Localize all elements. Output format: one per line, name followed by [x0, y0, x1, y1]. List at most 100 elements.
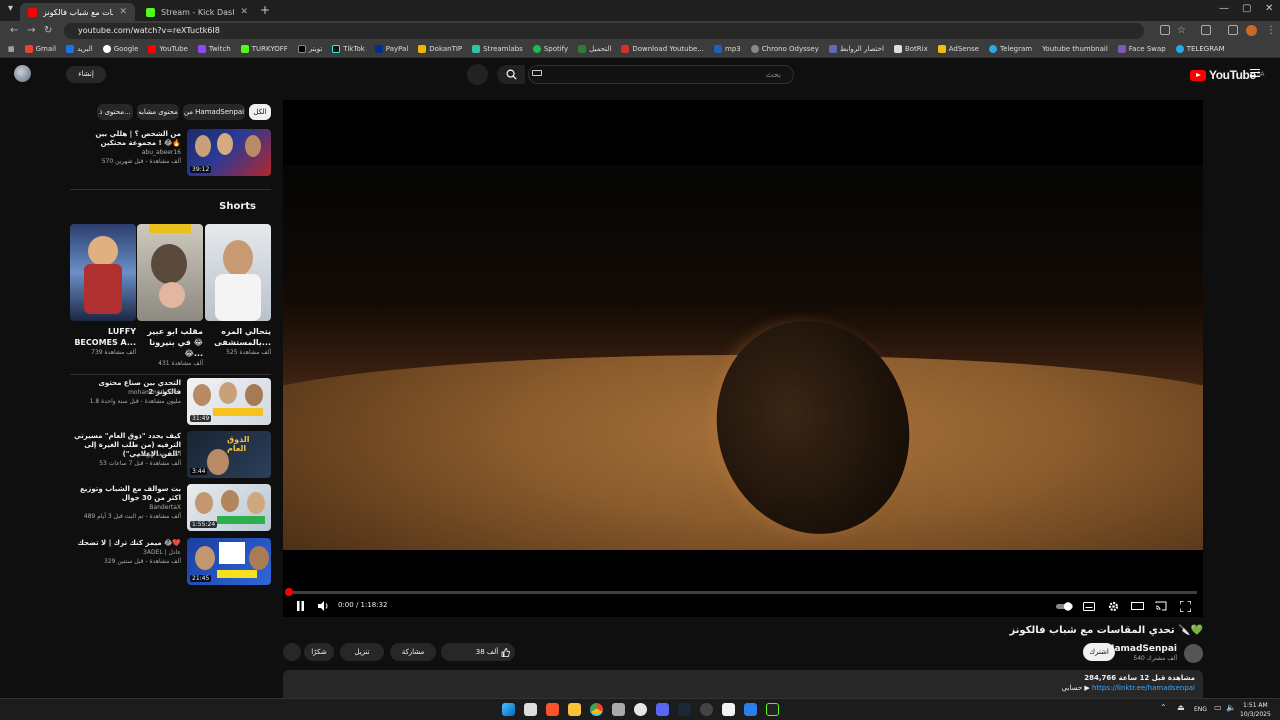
search-button[interactable] [497, 65, 525, 84]
bookmark-shortener[interactable]: اختصار الروابط [828, 45, 884, 53]
bookmark-x[interactable]: تويتر [297, 45, 322, 53]
bookmark-mp3[interactable]: mp3 [714, 45, 741, 53]
bookmark-tiktok[interactable]: TikTok [332, 45, 365, 53]
bookmark-yt-thumbnail[interactable]: Youtube thumbnail [1042, 45, 1108, 53]
short-item[interactable]: يتحالي المره بالمستشفى... 525 ألف مشاهدة [205, 224, 271, 356]
bookmark-yt-download[interactable]: Download Youtube... [621, 45, 704, 53]
channel-avatar[interactable] [1184, 644, 1203, 663]
bookmark-streamlabs[interactable]: Streamlabs [472, 45, 523, 53]
list-item[interactable]: 1:55:24 بث سوالف مع الشباب وتوزيع اكثر م… [70, 484, 271, 532]
thanks-button[interactable]: شكرًا [304, 643, 334, 661]
tray-chevron-icon[interactable]: ⌃ [1160, 703, 1167, 712]
cast-icon[interactable] [1160, 25, 1170, 35]
bookmark-youtube[interactable]: YouTube [148, 45, 188, 53]
bookmark-paypal[interactable]: PayPal [374, 45, 408, 53]
share-button[interactable]: مشاركة [390, 643, 436, 661]
editor-icon[interactable] [744, 703, 757, 716]
tab-search-icon[interactable]: ▾ [8, 3, 13, 14]
avatar[interactable] [14, 65, 31, 82]
bookmark-dokantip[interactable]: DokanTIP [418, 45, 462, 53]
progress-scrubber[interactable] [285, 588, 293, 596]
list-item[interactable]: 39:12 من الشخص ؟ | هللي بين مجموعة محتكي… [70, 129, 271, 179]
create-button[interactable]: إنشاء [66, 66, 106, 83]
network-icon[interactable]: ▭ [1214, 703, 1222, 712]
url-input[interactable]: youtube.com/watch?v=reXTuctk6I8 [64, 23, 1144, 39]
cast-button[interactable] [1154, 599, 1168, 613]
autoplay-toggle[interactable] [1055, 599, 1073, 613]
list-item[interactable]: 31:49 التحدي بين صناع محتوى فالكونز 2 mo… [70, 378, 271, 426]
dislike-button[interactable] [441, 643, 469, 661]
linktree-link[interactable]: https://linktr.ee/hamadsenpai [1092, 684, 1195, 692]
chip-from-channel[interactable]: من HamadSenpai [183, 104, 245, 120]
video-player[interactable]: 0:00 / 1:18:32 [283, 100, 1203, 617]
brave-icon[interactable] [546, 703, 559, 716]
bookmark-face-swap[interactable]: Face Swap [1117, 45, 1166, 53]
bookmark-chrono[interactable]: Chrono Odyssey [750, 45, 819, 53]
download-button[interactable]: تنزيل [340, 643, 384, 661]
fullscreen-button[interactable] [1178, 599, 1192, 613]
chip-more[interactable]: محتوى ذ... [97, 104, 133, 120]
bookmark-twitch[interactable]: Twitch [197, 45, 231, 53]
more-menu-icon[interactable]: ⋮ [1266, 25, 1276, 36]
maximize-button[interactable]: ▢ [1242, 3, 1251, 14]
channel-name[interactable]: HamadSenpai [1107, 644, 1177, 654]
apps-icon[interactable]: ▦ [8, 45, 15, 53]
more-actions-button[interactable] [283, 643, 301, 661]
bookmark-gmail[interactable]: Gmail [24, 45, 56, 53]
app-icon[interactable] [722, 703, 735, 716]
extensions-icon[interactable] [1201, 25, 1211, 35]
theater-mode-button[interactable] [1130, 599, 1144, 613]
app-icon[interactable] [612, 703, 625, 716]
chip-similar[interactable]: محتوى مشابه [137, 104, 179, 120]
steam-icon[interactable] [678, 703, 691, 716]
menu-icon[interactable] [1250, 69, 1260, 77]
reload-icon[interactable]: ↻ [44, 25, 52, 36]
subscribe-button[interactable]: اشترك [1083, 643, 1115, 661]
short-item[interactable]: LUFFY BECOMES A... 739 ألف مشاهدة [70, 224, 136, 356]
speaker-icon[interactable]: 🔈 [1226, 703, 1236, 712]
usb-icon[interactable]: ⏏ [1177, 703, 1185, 712]
close-window-button[interactable]: ✕ [1265, 3, 1273, 14]
bookmark-telegram-2[interactable]: TELEGRAM [1175, 45, 1225, 53]
clock[interactable]: 1:51 AM 10/3/2025 [1240, 701, 1271, 719]
chip-all[interactable]: الكل [249, 104, 271, 120]
chrome-icon[interactable] [590, 703, 603, 716]
list-item[interactable]: الذوق العام 3:44 كيف يحدد "ذوق العام" مس… [70, 431, 271, 479]
tab-kick[interactable]: Stream - Kick Dashboard ✕ [138, 3, 256, 21]
short-item[interactable]: مقلب ابو عبير في بنيرونا 😂😂... 431 ألف م… [137, 224, 203, 367]
volume-button[interactable] [316, 599, 330, 613]
kick-app-icon[interactable] [766, 703, 779, 716]
bookmark-download[interactable]: التحميل [578, 45, 611, 53]
minimize-button[interactable]: — [1219, 3, 1229, 14]
like-button[interactable]: 38 ألف [471, 643, 515, 661]
bookmark-botrix[interactable]: BotRix [893, 45, 928, 53]
tab-youtube[interactable]: تحدي المقاسات مع شباب فالكونز ✕ [20, 3, 135, 21]
subtitles-button[interactable] [1082, 599, 1096, 613]
discord-icon[interactable] [656, 703, 669, 716]
bookmark-adsense[interactable]: AdSense [937, 45, 979, 53]
progress-bar[interactable] [289, 591, 1197, 594]
downloads-icon[interactable] [1228, 25, 1238, 35]
bookmark-mail[interactable]: البريد [66, 45, 93, 53]
back-icon[interactable]: ← [10, 25, 18, 36]
bookmark-kick[interactable]: TURKYOFF [240, 45, 288, 53]
description-box[interactable]: 284,766 مشاهدة قبل 12 ساعة حسابي ▶ https… [283, 670, 1203, 698]
file-explorer-icon[interactable] [568, 703, 581, 716]
microphone-icon[interactable] [467, 64, 488, 85]
obs-icon[interactable] [634, 703, 647, 716]
language-indicator[interactable]: ENG [1194, 706, 1207, 713]
profile-avatar[interactable] [1246, 25, 1257, 36]
bookmark-telegram[interactable]: Telegram [988, 45, 1032, 53]
bookmark-google[interactable]: Google [102, 45, 138, 53]
forward-icon[interactable]: → [27, 25, 35, 36]
windows-start-icon[interactable] [502, 703, 515, 716]
bookmark-star-icon[interactable]: ☆ [1177, 25, 1186, 36]
pause-button[interactable] [293, 599, 307, 613]
search-input[interactable]: بحث [528, 65, 794, 84]
task-view-icon[interactable] [524, 703, 537, 716]
keyboard-icon[interactable] [532, 70, 542, 76]
new-tab-button[interactable]: + [260, 3, 270, 17]
close-icon[interactable]: ✕ [240, 7, 248, 17]
list-item[interactable]: 21:45 ميمز كنك ترك | لا تضحك 😂❤️ 3ADEL |… [70, 538, 271, 586]
app-icon[interactable] [700, 703, 713, 716]
